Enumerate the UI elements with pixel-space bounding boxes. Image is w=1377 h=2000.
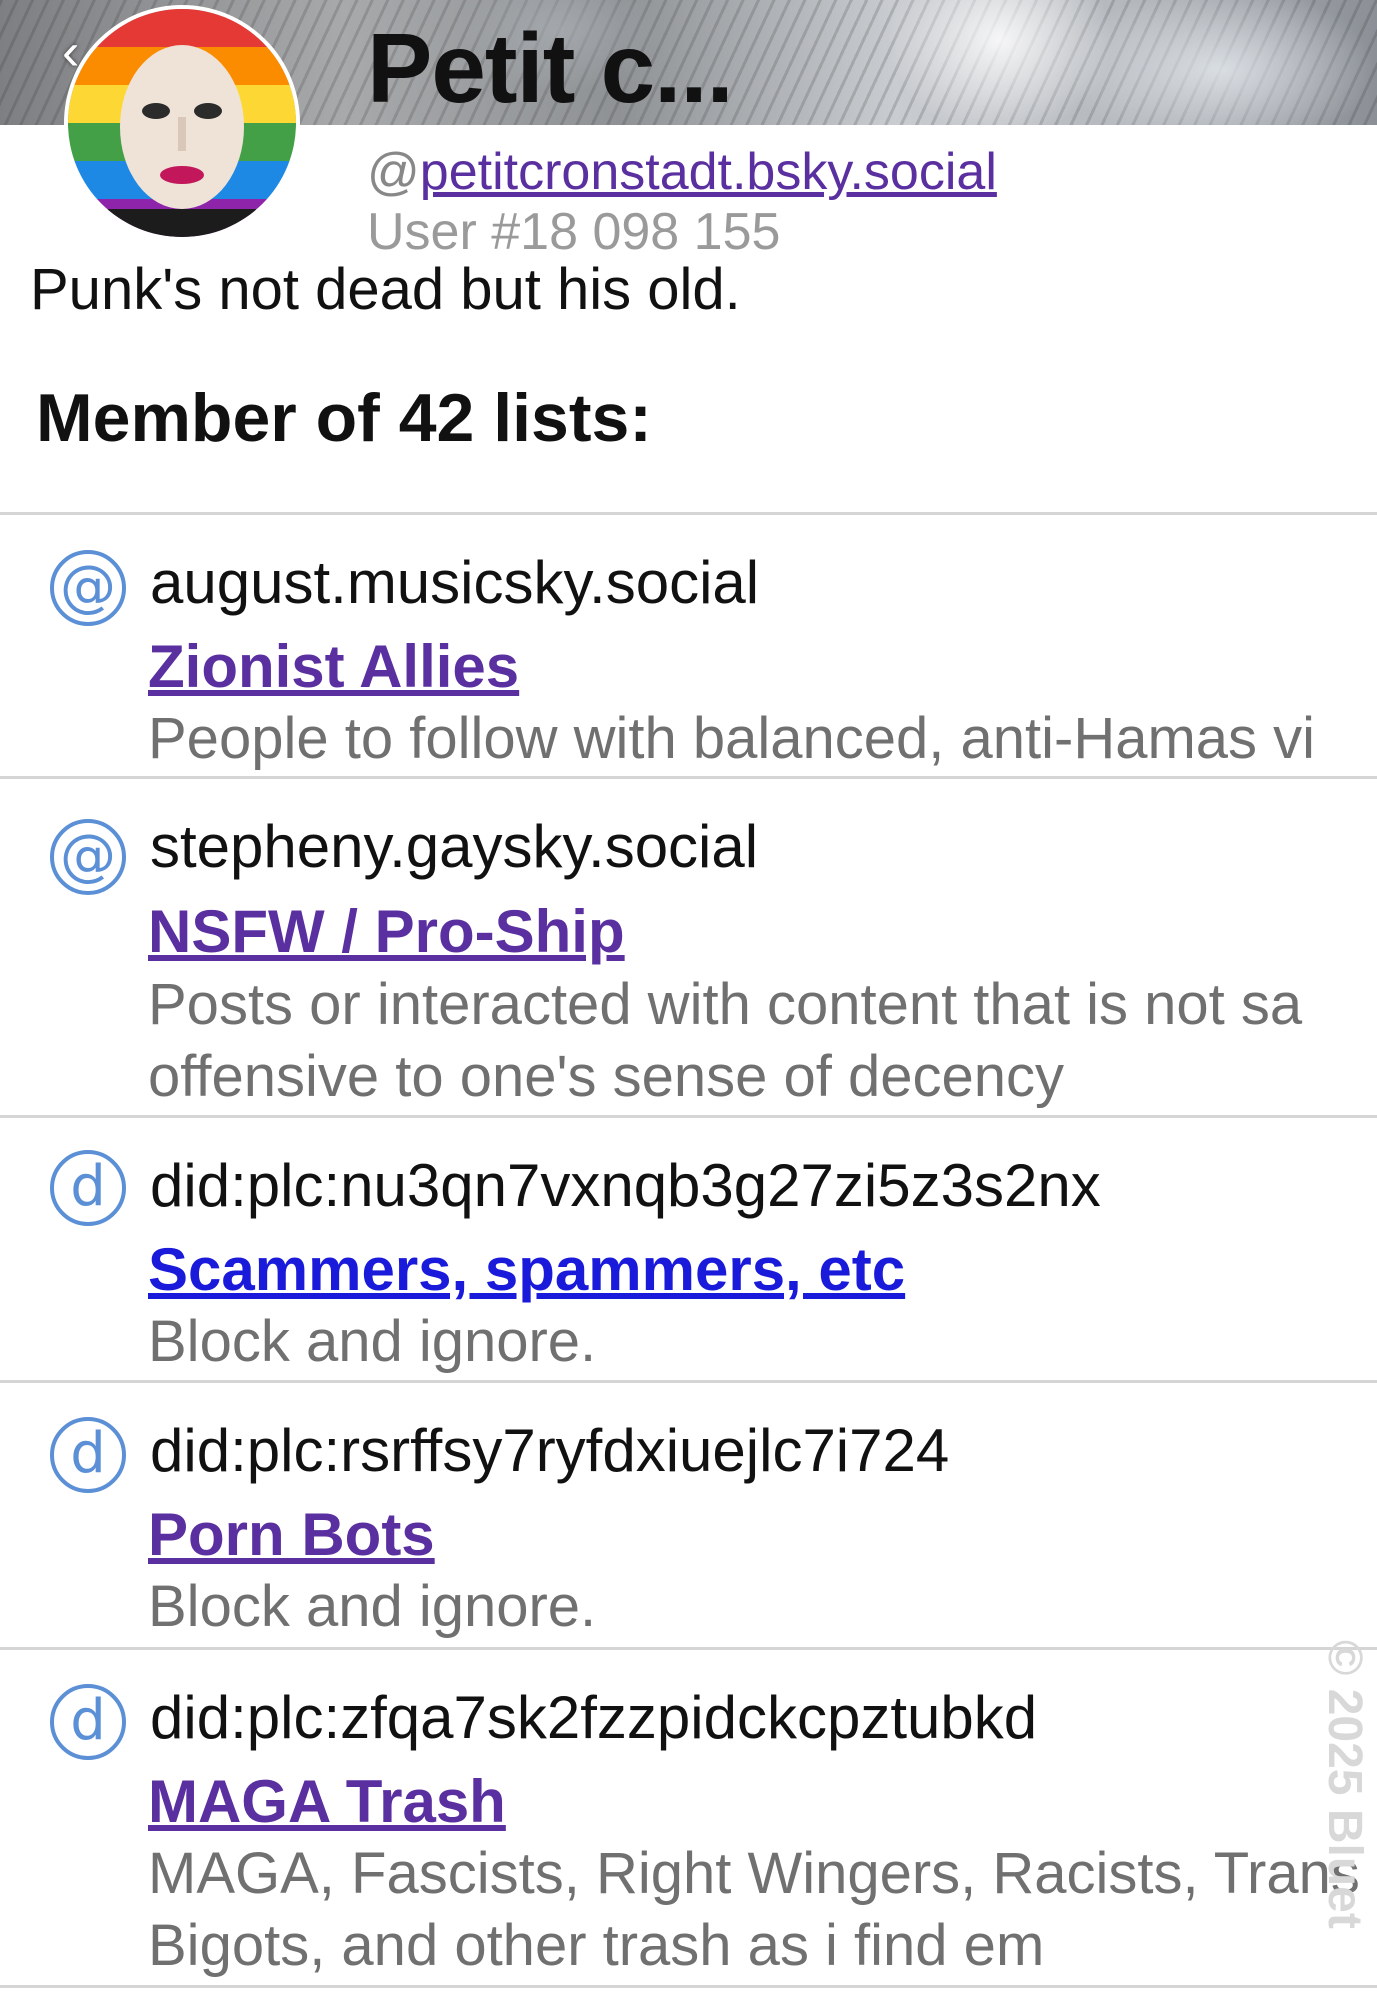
list-owner-link[interactable]: stepheny.gaysky.social [150,811,758,883]
list-owner-link[interactable]: did:plc:nu3qn7vxnqb3g27zi5z3s2nx [150,1150,1101,1222]
list-item: @ stepheny.gaysky.social NSFW / Pro-Ship… [0,779,1377,1115]
list-name-link[interactable]: Zionist Allies [148,631,519,703]
back-button[interactable]: ‹ [62,22,102,82]
list-item: d did:plc:rsrffsy7ryfdxiuejlc7i724 Porn … [0,1383,1377,1647]
list-description: MAGA, Fascists, Right Wingers, Racists, … [148,1841,1360,1978]
list-name-link[interactable]: Scammers, spammers, etc [148,1234,905,1306]
profile-display-name: Petit c... [367,13,734,123]
list-item: d did:plc:nu3qn7vxnqb3g27zi5z3s2nx Scamm… [0,1118,1377,1380]
handle-prefix: @ [367,143,420,201]
did-icon: d [50,1684,126,1760]
list-item: d did:plc:zfqa7sk2fzzpidckcpztubkd MAGA … [0,1650,1377,1985]
did-icon: d [50,1150,126,1226]
list-name-link[interactable]: Porn Bots [148,1499,435,1571]
watermark: © 2025 Bluet [1320,1640,1370,2000]
lists-section-title: Member of 42 lists: [36,380,652,456]
handle-link[interactable]: petitcronstadt.bsky.social [420,143,997,201]
did-icon: d [50,1417,126,1493]
at-icon: @ [50,550,126,626]
list-description: Block and ignore. [148,1574,597,1639]
avatar-image [68,9,296,237]
list-name-link[interactable]: MAGA Trash [148,1766,506,1838]
at-icon: @ [50,819,126,895]
list-name-link[interactable]: NSFW / Pro-Ship [148,896,625,968]
list-description: Posts or interacted with content that is… [148,972,1303,1109]
list-description: People to follow with balanced, anti-Ham… [148,706,1316,771]
divider [0,1985,1377,1988]
list-owner-link[interactable]: august.musicsky.social [150,547,759,619]
list-description: Block and ignore. [148,1309,597,1374]
list-owner-link[interactable]: did:plc:zfqa7sk2fzzpidckcpztubkd [150,1682,1037,1754]
list-owner-link[interactable]: did:plc:rsrffsy7ryfdxiuejlc7i724 [150,1415,949,1487]
back-chevron-icon: ‹ [62,23,80,81]
list-item: @ august.musicsky.social Zionist Allies … [0,515,1377,776]
profile-handle: @petitcronstadt.bsky.social [367,140,997,204]
profile-bio: Punk's not dead but his old. [30,257,741,322]
user-number: User #18 098 155 [367,203,781,261]
watermark-text: © 2025 Bluet [1320,1640,1370,1929]
